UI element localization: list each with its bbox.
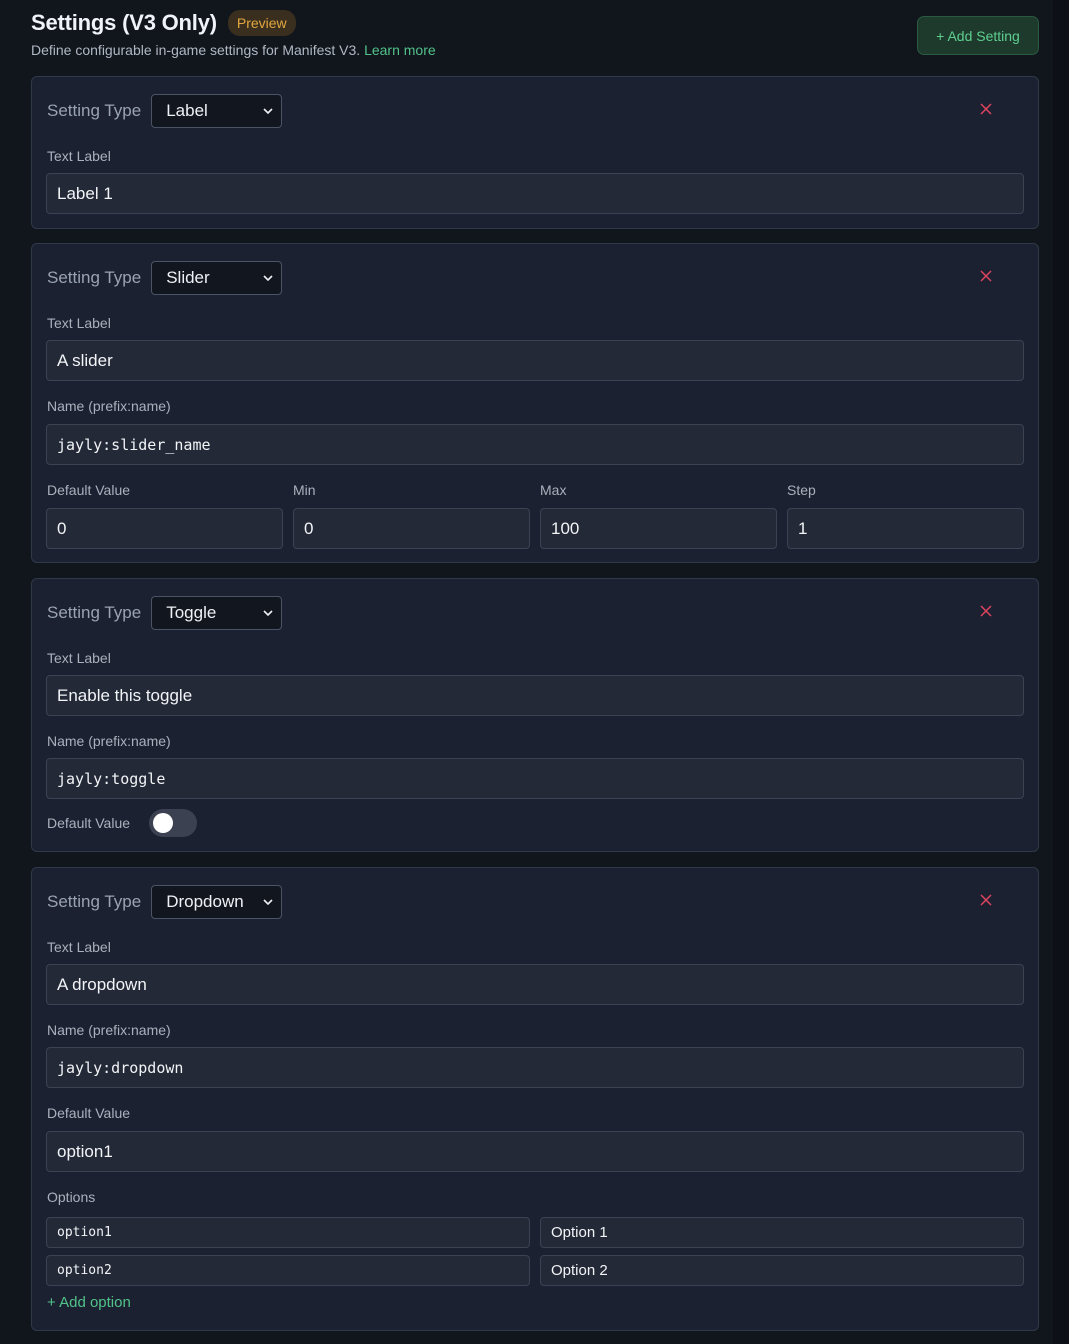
name-label: Name (prefix:name) xyxy=(47,398,171,414)
options-label: Options xyxy=(47,1189,96,1205)
close-icon[interactable] xyxy=(978,892,994,908)
setting-card-slider: Setting Type Slider Text Label A slider … xyxy=(31,243,1039,563)
learn-more-link[interactable]: Learn more xyxy=(364,42,436,58)
min-input[interactable]: 0 xyxy=(293,508,530,549)
text-label-label: Text Label xyxy=(47,650,111,666)
default-value-input[interactable]: option1 xyxy=(46,1131,1024,1172)
setting-card-dropdown: Setting Type Dropdown Text Label A dropd… xyxy=(31,867,1039,1331)
setting-type-select[interactable]: Label xyxy=(151,94,283,128)
option-value-input[interactable]: option1 xyxy=(46,1217,530,1248)
setting-type-label: Setting Type xyxy=(47,101,142,120)
option-value-input[interactable]: option2 xyxy=(46,1255,530,1286)
text-label-input[interactable]: A dropdown xyxy=(46,964,1024,1005)
default-value-label: Default Value xyxy=(47,482,131,498)
text-label-input[interactable]: Label 1 xyxy=(46,173,1024,214)
default-value-input[interactable]: 0 xyxy=(46,508,283,549)
setting-type-row: Setting Type Toggle xyxy=(47,596,283,630)
setting-type-value: Label xyxy=(166,101,208,120)
page-subtitle: Define configurable in-game settings for… xyxy=(31,42,436,58)
close-icon[interactable] xyxy=(978,268,994,284)
setting-type-value: Dropdown xyxy=(166,892,244,911)
default-value-label: Default Value xyxy=(47,815,131,831)
close-icon[interactable] xyxy=(978,101,994,117)
text-label-label: Text Label xyxy=(47,315,111,331)
right-rail xyxy=(1053,0,1069,1344)
chevron-down-icon xyxy=(263,275,273,282)
setting-type-label: Setting Type xyxy=(47,603,142,622)
setting-type-select[interactable]: Dropdown xyxy=(151,885,283,919)
subtitle-text: Define configurable in-game settings for… xyxy=(31,42,361,58)
step-label: Step xyxy=(787,482,816,498)
max-input[interactable]: 100 xyxy=(540,508,777,549)
name-label: Name (prefix:name) xyxy=(47,733,171,749)
settings-header: Settings (V3 Only) Preview Define config… xyxy=(31,10,436,58)
setting-type-value: Toggle xyxy=(166,603,217,622)
setting-type-select[interactable]: Slider xyxy=(151,261,283,295)
setting-card-toggle: Setting Type Toggle Text Label Enable th… xyxy=(31,578,1039,852)
name-input[interactable]: jayly:slider_name xyxy=(46,424,1024,465)
option-label-input[interactable]: Option 1 xyxy=(540,1217,1024,1248)
setting-type-row: Setting Type Dropdown xyxy=(47,885,283,919)
text-label-input[interactable]: A slider xyxy=(46,340,1024,381)
step-input[interactable]: 1 xyxy=(787,508,1024,549)
chevron-down-icon xyxy=(263,899,273,906)
name-label: Name (prefix:name) xyxy=(47,1022,171,1038)
setting-type-row: Setting Type Label xyxy=(47,94,283,128)
setting-card-label: Setting Type Label Text Label Label 1 xyxy=(31,76,1039,229)
preview-badge: Preview xyxy=(227,10,296,36)
text-label-label: Text Label xyxy=(47,148,111,164)
setting-type-label: Setting Type xyxy=(47,892,142,911)
default-value-toggle[interactable] xyxy=(149,809,197,837)
setting-type-label: Setting Type xyxy=(47,268,142,287)
add-setting-button[interactable]: + Add Setting xyxy=(917,16,1039,55)
setting-type-row: Setting Type Slider xyxy=(47,261,283,295)
name-input[interactable]: jayly:toggle xyxy=(46,758,1024,799)
name-input[interactable]: jayly:dropdown xyxy=(46,1047,1024,1088)
add-option-link[interactable]: + Add option xyxy=(47,1294,131,1311)
page-title: Settings (V3 Only) xyxy=(31,10,217,35)
close-icon[interactable] xyxy=(978,603,994,619)
text-label-input[interactable]: Enable this toggle xyxy=(46,675,1024,716)
chevron-down-icon xyxy=(263,610,273,617)
max-label: Max xyxy=(540,482,567,498)
option-label-input[interactable]: Option 2 xyxy=(540,1255,1024,1286)
setting-type-select[interactable]: Toggle xyxy=(151,596,283,630)
text-label-label: Text Label xyxy=(47,939,111,955)
setting-type-value: Slider xyxy=(166,268,210,287)
default-value-label: Default Value xyxy=(47,1105,131,1121)
min-label: Min xyxy=(293,482,316,498)
chevron-down-icon xyxy=(263,108,273,115)
toggle-knob xyxy=(153,813,173,833)
